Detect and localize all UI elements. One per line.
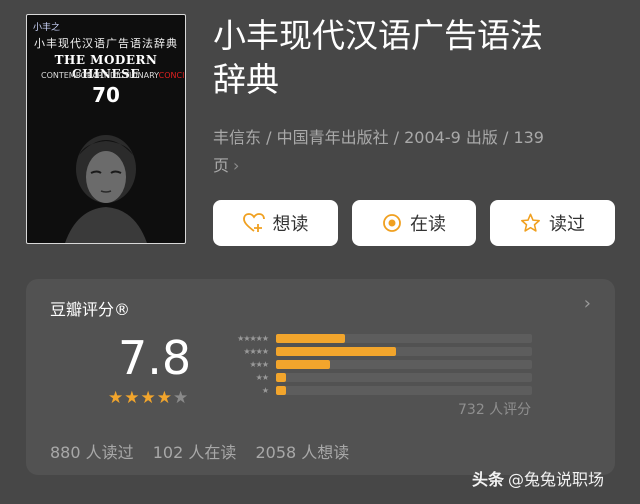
book-title-line1: 小丰现代汉语广告语法: [213, 16, 543, 55]
star-filled-icon: ★: [108, 388, 124, 408]
distribution-bar: [276, 360, 330, 369]
distribution-bar: [276, 386, 286, 395]
cover-title-cn: 小丰现代汉语广告语法辞典: [34, 37, 178, 50]
want-to-read-button[interactable]: 想读: [213, 200, 338, 246]
distribution-stars-icon: ★: [261, 386, 269, 395]
book-cover[interactable]: 小丰之 小丰现代汉语广告语法辞典 THE MODERN CHINESE CONT…: [26, 14, 186, 244]
chevron-right-icon: ›: [233, 156, 240, 175]
book-meta[interactable]: 丰信东 / 中国青年出版社 / 2004-9 出版 / 139 页 ›: [213, 124, 613, 180]
distribution-track: [276, 373, 532, 382]
distribution-bar: [276, 347, 396, 356]
cover-series: 小丰之: [33, 23, 61, 33]
read-count: 880 人读过: [50, 443, 134, 462]
reading-circle-icon: [382, 213, 402, 233]
want-count: 2058 人想读: [255, 443, 350, 462]
distribution-row: ★★★★★: [208, 334, 532, 344]
distribution-bar: [276, 373, 286, 382]
rating-count: 732 人评分: [458, 402, 532, 418]
book-title: 小丰现代汉语广告语法 辞典: [213, 14, 623, 102]
book-title-line2: 辞典: [213, 60, 279, 99]
distribution-row: ★: [208, 386, 532, 396]
reading-label: 在读: [410, 214, 446, 235]
distribution-bar: [276, 334, 345, 343]
heart-plus-icon: [242, 213, 265, 233]
distribution-track: [276, 386, 532, 395]
star-outline-icon: [520, 213, 541, 233]
watermark: 头条 @兔兔说职场: [472, 466, 604, 490]
distribution-track: [276, 347, 532, 356]
star-filled-icon: ★: [124, 388, 140, 408]
watermark-brand: 头条: [472, 470, 505, 489]
chevron-right-icon[interactable]: ›: [584, 293, 591, 314]
cover-number: 70: [92, 83, 120, 107]
distribution-track: [276, 360, 532, 369]
cover-portrait-image: [65, 135, 147, 243]
cover-subtitle-red: CONCISE: [158, 71, 185, 80]
rating-card[interactable]: 豆瓣评分® › 7.8 ★ ★ ★ ★ ★ ★★★★★ ★★★★ ★★★ ★★ ★ 732 人评…: [26, 279, 615, 475]
distribution-row: ★★★★: [208, 347, 532, 357]
book-meta-line2: 页: [213, 156, 230, 175]
distribution-row: ★★★: [208, 360, 532, 370]
distribution-stars-icon: ★★: [255, 373, 269, 382]
reader-stats: 880 人读过 102 人在读 2058 人想读: [50, 439, 363, 463]
rating-score: 7.8: [118, 331, 192, 385]
reading-button[interactable]: 在读: [352, 200, 476, 246]
book-meta-line1: 丰信东 / 中国青年出版社 / 2004-9 出版 / 139: [213, 128, 544, 147]
distribution-stars-icon: ★★★★★: [237, 334, 269, 343]
have-read-label: 读过: [549, 214, 585, 235]
have-read-button[interactable]: 读过: [490, 200, 615, 246]
star-filled-icon: ★: [140, 388, 156, 408]
rating-stars: ★ ★ ★ ★ ★: [108, 390, 188, 407]
want-to-read-label: 想读: [272, 214, 309, 235]
star-empty-icon: ★: [173, 388, 189, 408]
distribution-track: [276, 334, 532, 343]
star-filled-icon: ★: [156, 388, 172, 408]
distribution-row: ★★: [208, 373, 532, 383]
watermark-handle: @兔兔说职场: [508, 470, 605, 489]
distribution-stars-icon: ★★★: [249, 360, 269, 369]
distribution-stars-icon: ★★★★: [243, 347, 269, 356]
cover-subtitle: CONTEMPORARY·DICTIONARYCONCISE: [41, 71, 185, 80]
rating-title: 豆瓣评分®: [50, 300, 131, 319]
cover-subtitle-main: CONTEMPORARY·DICTIONARY: [41, 71, 159, 80]
reading-count: 102 人在读: [152, 443, 237, 462]
